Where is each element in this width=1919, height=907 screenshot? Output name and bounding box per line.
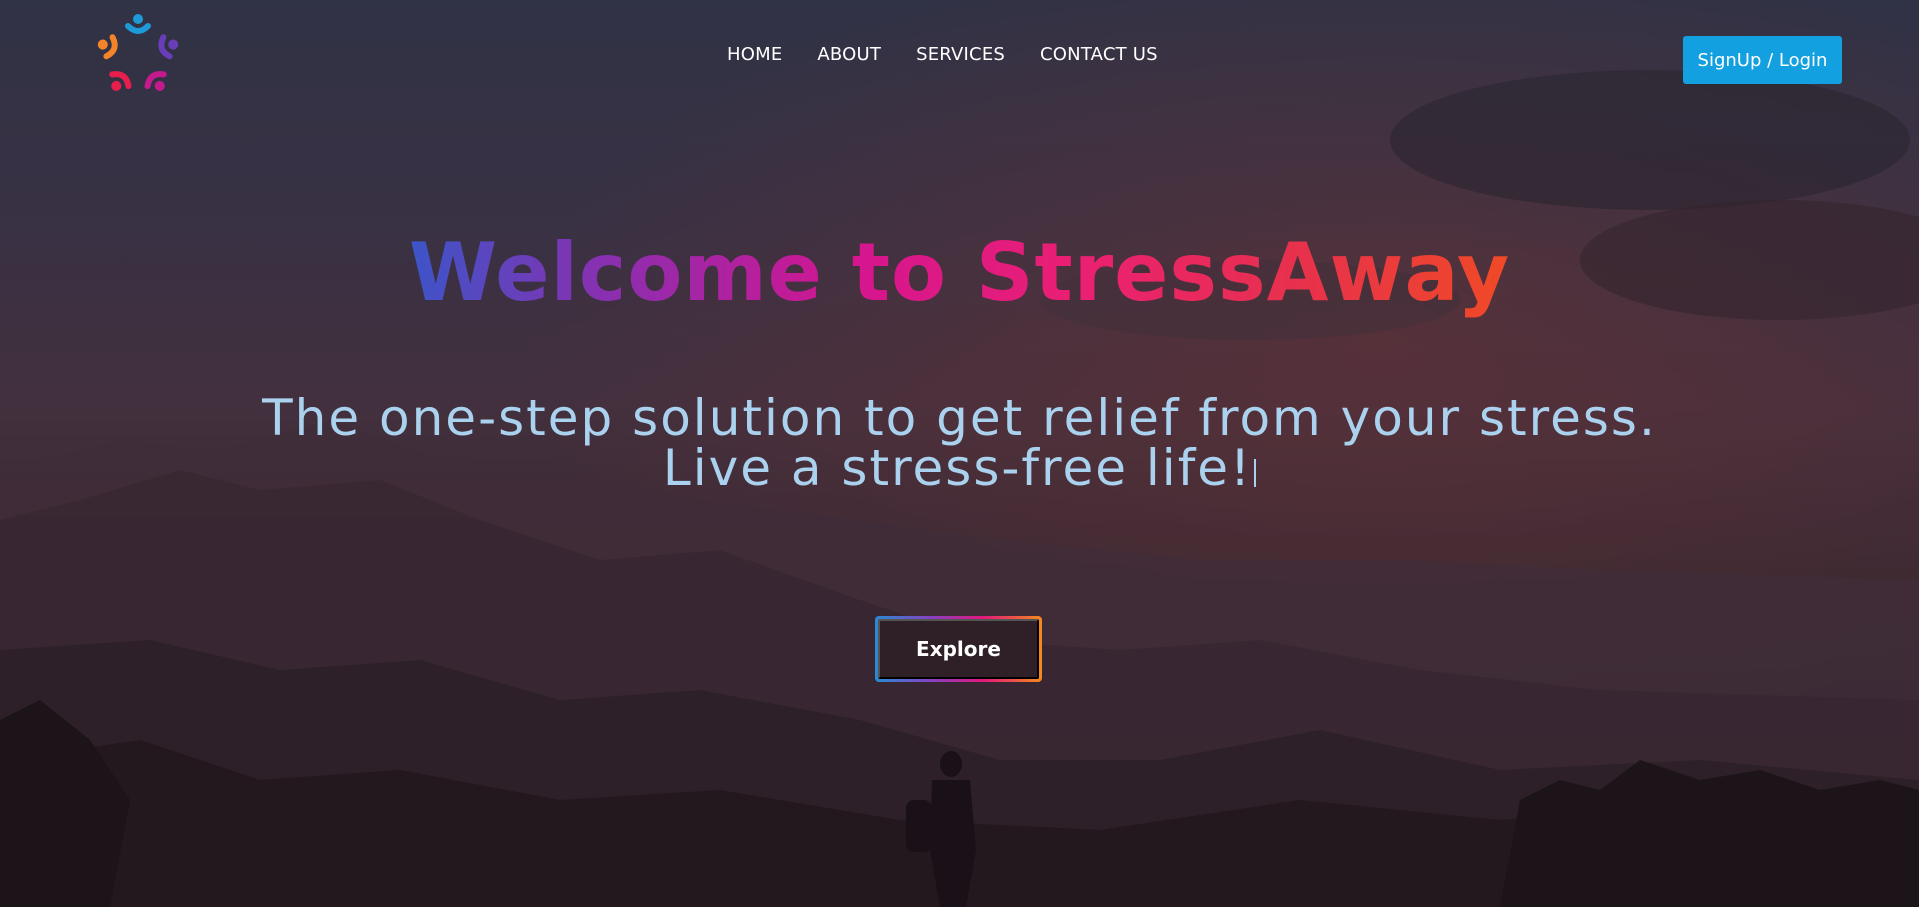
nav-item-services[interactable]: SERVICES: [916, 44, 1005, 65]
hero-subtitle: The one-step solution to get relief from…: [200, 393, 1719, 493]
main-nav: HOME ABOUT SERVICES CONTACT US: [727, 44, 1193, 65]
hero-section: HOME ABOUT SERVICES CONTACT US SignUp / …: [0, 0, 1919, 907]
signup-login-button[interactable]: SignUp / Login: [1683, 36, 1842, 84]
explore-button-border: Explore: [875, 616, 1042, 682]
explore-button[interactable]: Explore: [878, 619, 1039, 679]
nav-item-about[interactable]: ABOUT: [817, 44, 881, 65]
hero-title: Welcome to StressAway: [0, 226, 1919, 319]
typing-cursor: [1254, 459, 1257, 487]
nav-item-contact[interactable]: CONTACT US: [1040, 44, 1158, 65]
hero-subtitle-text: The one-step solution to get relief from…: [262, 389, 1657, 497]
hero-title-text: Welcome to StressAway: [408, 226, 1511, 319]
people-circle-logo-icon[interactable]: [90, 8, 186, 104]
nav-item-home[interactable]: HOME: [727, 44, 782, 65]
